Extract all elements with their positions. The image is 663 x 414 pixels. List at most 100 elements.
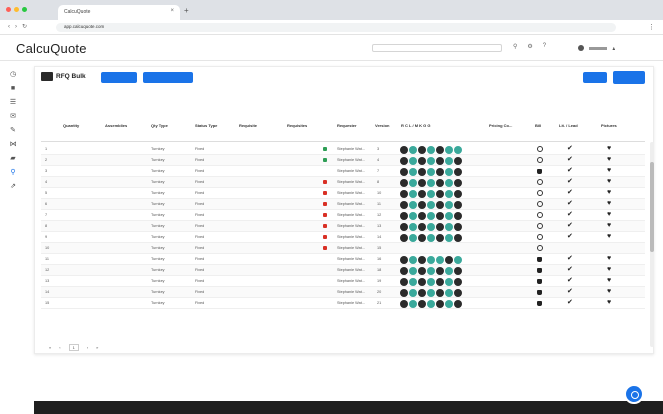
status-circle[interactable] xyxy=(418,167,426,176)
status-circle[interactable] xyxy=(400,277,408,286)
status-circle[interactable] xyxy=(454,156,462,165)
status-circle[interactable] xyxy=(436,222,444,231)
picture-icon[interactable]: ♥ xyxy=(607,255,611,263)
status-circle[interactable] xyxy=(400,222,408,231)
close-window-icon[interactable] xyxy=(6,7,11,12)
status-circle[interactable] xyxy=(445,299,453,308)
status-circle[interactable] xyxy=(445,189,453,198)
status-circle[interactable] xyxy=(427,277,435,286)
status-circle[interactable] xyxy=(445,178,453,187)
chart-icon[interactable]: ⇗ xyxy=(9,183,17,191)
search-icon[interactable]: ⚲ xyxy=(513,43,517,50)
search-icon[interactable]: ⚲ xyxy=(9,169,17,177)
table-row[interactable]: 13 Turnkey Fixed Stephanie Wat... 19 ✔ ♥ xyxy=(41,276,645,287)
folder-icon[interactable]: ▰ xyxy=(9,155,17,163)
status-circle[interactable] xyxy=(409,255,417,264)
status-circle[interactable] xyxy=(409,189,417,198)
status-circle[interactable] xyxy=(436,145,444,154)
status-circle[interactable] xyxy=(409,178,417,187)
status-circle[interactable] xyxy=(400,189,408,198)
pager-last[interactable]: » xyxy=(96,345,98,350)
picture-icon[interactable]: ♥ xyxy=(607,266,611,274)
column-header[interactable]: Pricing Co... xyxy=(489,123,512,128)
status-circle[interactable] xyxy=(436,178,444,187)
right-button-1[interactable] xyxy=(583,72,607,83)
bag-icon[interactable] xyxy=(537,289,542,295)
table-row[interactable]: 11 Turnkey Fixed Stephanie Wat... 16 ✔ ♥ xyxy=(41,254,645,265)
status-circle[interactable] xyxy=(454,145,462,154)
status-circle[interactable] xyxy=(427,167,435,176)
bag-icon[interactable] xyxy=(537,267,542,273)
column-header[interactable]: Lit. / Lead xyxy=(559,123,578,128)
column-header[interactable]: Status Type xyxy=(195,123,219,128)
table-row[interactable]: 12 Turnkey Fixed Stephanie Wat... 18 ✔ ♥ xyxy=(41,265,645,276)
status-circle[interactable] xyxy=(445,266,453,275)
status-circle[interactable] xyxy=(409,211,417,220)
picture-icon[interactable]: ♥ xyxy=(607,277,611,285)
status-circle[interactable] xyxy=(400,200,408,209)
status-circle[interactable] xyxy=(427,222,435,231)
column-header[interactable]: Qty Type xyxy=(151,123,177,128)
status-circle[interactable] xyxy=(436,288,444,297)
status-circle[interactable] xyxy=(409,288,417,297)
maximize-window-icon[interactable] xyxy=(22,7,27,12)
status-circle[interactable] xyxy=(454,233,462,242)
checkmark-icon[interactable]: ✔ xyxy=(567,255,573,263)
status-circle[interactable] xyxy=(427,200,435,209)
status-circle[interactable] xyxy=(427,299,435,308)
column-header[interactable]: R C L / M K G G xyxy=(401,123,430,128)
status-circle[interactable] xyxy=(445,233,453,242)
help-icon[interactable]: ? xyxy=(543,43,546,50)
status-circle[interactable] xyxy=(427,266,435,275)
settings-icon[interactable]: ⚙ xyxy=(527,43,532,50)
checkmark-icon[interactable]: ✔ xyxy=(567,299,573,307)
status-circle[interactable] xyxy=(418,299,426,308)
logo[interactable]: CalcuQuote xyxy=(16,41,87,56)
ring-icon[interactable] xyxy=(537,223,543,229)
pager-current[interactable]: 1 xyxy=(68,344,79,351)
status-circle[interactable] xyxy=(418,178,426,187)
picture-icon[interactable]: ♥ xyxy=(607,211,611,219)
status-circle[interactable] xyxy=(454,277,462,286)
status-circle[interactable] xyxy=(436,277,444,286)
ring-icon[interactable] xyxy=(537,179,543,185)
status-circle[interactable] xyxy=(445,145,453,154)
bag-icon[interactable] xyxy=(537,168,542,174)
status-circle[interactable] xyxy=(418,189,426,198)
clock-icon[interactable]: ◷ xyxy=(9,71,17,79)
status-circle[interactable] xyxy=(400,266,408,275)
status-circle[interactable] xyxy=(400,288,408,297)
checkmark-icon[interactable]: ✔ xyxy=(567,266,573,274)
url-field[interactable]: app.calcuquote.com xyxy=(56,23,616,32)
status-circle[interactable] xyxy=(454,178,462,187)
status-circle[interactable] xyxy=(445,255,453,264)
column-header[interactable]: Pictures xyxy=(601,123,617,128)
pager-first[interactable]: « xyxy=(49,345,51,350)
status-circle[interactable] xyxy=(400,299,408,308)
status-circle[interactable] xyxy=(418,255,426,264)
table-row[interactable]: 2 Turnkey Fixed Stephanie Wat... 4 ✔ ♥ xyxy=(41,155,645,166)
ring-icon[interactable] xyxy=(537,146,543,152)
minimize-window-icon[interactable] xyxy=(14,7,19,12)
column-header[interactable]: Requester xyxy=(337,123,357,128)
ring-icon[interactable] xyxy=(537,245,543,251)
status-circle[interactable] xyxy=(400,178,408,187)
bag-icon[interactable] xyxy=(537,256,542,262)
picture-icon[interactable]: ♥ xyxy=(607,200,611,208)
status-circle[interactable] xyxy=(400,156,408,165)
table-row[interactable]: 6 Turnkey Fixed Stephanie Wat... 11 ✔ ♥ xyxy=(41,199,645,210)
status-circle[interactable] xyxy=(409,299,417,308)
status-circle[interactable] xyxy=(436,167,444,176)
picture-icon[interactable]: ♥ xyxy=(607,299,611,307)
status-circle[interactable] xyxy=(400,167,408,176)
pager-next[interactable]: › xyxy=(87,345,88,350)
status-circle[interactable] xyxy=(454,167,462,176)
window-controls[interactable] xyxy=(6,7,27,12)
checkmark-icon[interactable]: ✔ xyxy=(567,233,573,241)
browser-menu-icon[interactable]: ⋮ xyxy=(648,23,655,31)
status-circle[interactable] xyxy=(427,178,435,187)
column-header[interactable]: Requisites xyxy=(287,123,307,128)
status-circle[interactable] xyxy=(409,167,417,176)
status-circle[interactable] xyxy=(418,222,426,231)
bag-icon[interactable] xyxy=(537,278,542,284)
